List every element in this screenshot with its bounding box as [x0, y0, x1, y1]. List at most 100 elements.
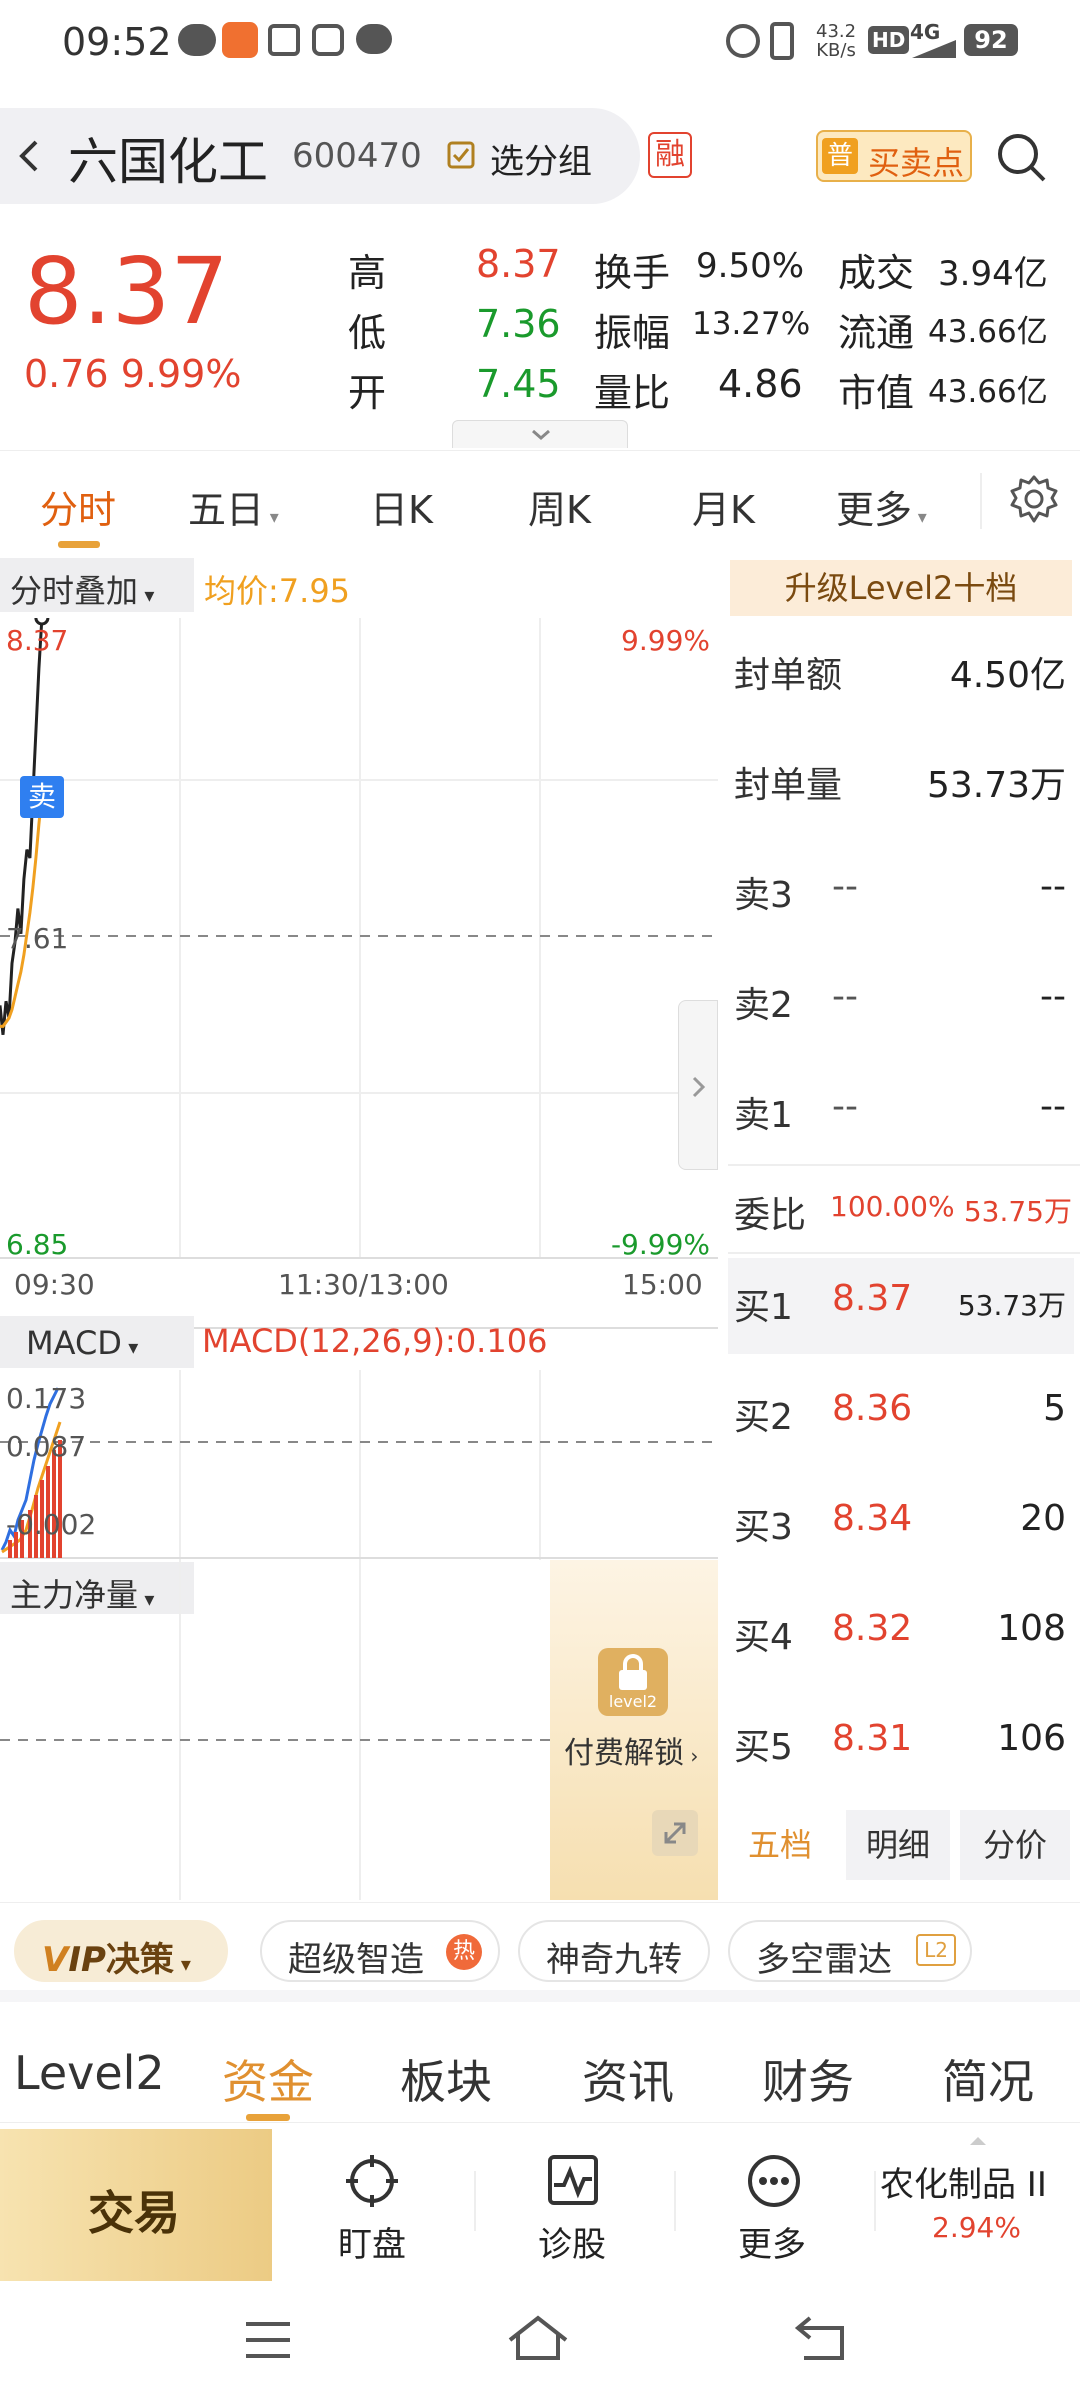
bid-label: 买2 — [734, 1397, 793, 1438]
bid-row: 买3 8.34 20 — [728, 1498, 1078, 1558]
tab-five-day[interactable]: 五日 ▾ — [188, 479, 279, 534]
tab-level2[interactable]: Level2 — [14, 2046, 165, 2100]
tab-news[interactable]: 资讯 — [582, 2046, 674, 2112]
crosshair-icon — [346, 2155, 398, 2207]
home-icon[interactable] — [506, 2312, 570, 2362]
diagnose-label: 诊股 — [538, 2225, 606, 2265]
pct-axis-top: 9.99% — [621, 624, 710, 657]
tab-profile[interactable]: 简况 — [942, 2046, 1034, 2112]
diagnose-button[interactable]: 诊股 — [500, 2153, 650, 2265]
lock-icon: level2 — [598, 1648, 668, 1716]
stock-code: 600470 — [292, 136, 422, 176]
bid-row: 买1 8.37 53.73万 — [728, 1278, 1078, 1338]
seal-amount-label: 封单额 — [734, 655, 843, 696]
tab-finance[interactable]: 财务 — [762, 2046, 854, 2112]
more-button[interactable]: 更多 — [700, 2153, 850, 2265]
stock-name: 六国化工 — [68, 133, 268, 191]
margin-badge[interactable]: 融 — [648, 132, 692, 178]
change-value: 0.76 — [24, 352, 109, 396]
sector-quote-button[interactable]: 农化制品 II 2.94% — [876, 2133, 1080, 2273]
search-icon[interactable] — [994, 130, 1050, 186]
bid-label: 买1 — [734, 1287, 793, 1328]
tab-intraday[interactable]: 分时 — [40, 479, 116, 534]
float-cap-value: 43.66亿 — [928, 314, 1048, 350]
vol-ratio-value: 4.86 — [718, 362, 803, 406]
action-bar: 交易 盯盘 诊股 更多 农化制品 II 2.94% — [0, 2122, 1080, 2282]
high-value: 8.37 — [476, 242, 561, 286]
period-tabs: 分时 五日 ▾ 日K 周K 月K 更多 ▾ — [0, 450, 1080, 550]
order-ratio-volume: 53.75万 — [963, 1195, 1072, 1228]
tab-monthly-k[interactable]: 月K — [692, 479, 755, 534]
super-manufacturing-button[interactable]: 超级智造 热 — [260, 1920, 500, 1982]
macd-value-label: MACD(12,26,9):0.106 — [202, 1322, 548, 1360]
group-select-button[interactable]: 选分组 — [446, 134, 592, 183]
seal-volume-label: 封单量 — [734, 765, 843, 806]
expand-panel-handle[interactable] — [678, 1000, 718, 1170]
tab-weekly-k[interactable]: 周K — [528, 479, 591, 534]
battery-icon: 92 — [964, 24, 1018, 56]
trade-button[interactable]: 交易 — [0, 2129, 272, 2281]
paywall-panel[interactable]: level2 付费解锁 › — [550, 1560, 718, 1900]
amount-label: 成交 — [838, 251, 915, 295]
amplitude-label: 振幅 — [594, 311, 671, 355]
tab-more[interactable]: 更多 ▾ — [836, 479, 927, 534]
upgrade-level2-button[interactable]: 升级Level2十档 — [730, 560, 1072, 616]
seal-volume-value: 53.73万 — [926, 765, 1066, 806]
trade-button-label: 交易 — [88, 2186, 180, 2240]
stock-header: 六国化工 600470 选分组 — [0, 108, 640, 204]
long-short-radar-button[interactable]: 多空雷达 L2 — [728, 1920, 972, 1982]
turnover-value: 9.50% — [696, 246, 805, 286]
bid-label: 买3 — [734, 1507, 793, 1548]
tab-price-dist[interactable]: 分价 — [960, 1810, 1070, 1880]
chevron-right-icon — [692, 1076, 706, 1098]
tab-sector[interactable]: 板块 — [400, 2046, 492, 2112]
flow-chart — [0, 1560, 550, 1900]
tab-capital[interactable]: 资金 — [222, 2046, 314, 2112]
tab-detail[interactable]: 明细 — [846, 1810, 950, 1880]
ask-price: -- — [832, 866, 858, 907]
open-label: 开 — [348, 371, 387, 415]
bid-row: 买4 8.32 108 — [728, 1608, 1078, 1668]
bid-price: 8.37 — [832, 1278, 913, 1319]
unlock-label: 付费解锁 › — [564, 1728, 698, 1772]
trade-point-button[interactable]: 普 买卖点 — [816, 130, 972, 182]
bid-volume: 20 — [1020, 1498, 1066, 1539]
caret-down-icon: ▾ — [121, 1335, 139, 1359]
macd-selector[interactable]: MACD ▾ — [0, 1316, 194, 1368]
magic-nine-button[interactable]: 神奇九转 — [518, 1920, 710, 1982]
magic-nine-label: 神奇九转 — [546, 1940, 682, 1980]
overlay-selector[interactable]: 分时叠加 ▾ — [0, 558, 194, 612]
amplitude-value: 13.27% — [692, 306, 811, 342]
message-icon — [356, 24, 392, 54]
back-icon[interactable] — [12, 136, 46, 176]
super-manufacturing-label: 超级智造 — [288, 1940, 424, 1980]
alarm-icon — [726, 24, 760, 58]
ask-row: 卖3 -- -- — [728, 866, 1078, 926]
tab-five-level[interactable]: 五档 — [728, 1810, 832, 1880]
more-label: 更多 — [738, 2225, 806, 2265]
vip-decision-button[interactable]: VIP决策 ▾ — [14, 1920, 228, 1982]
tab-daily-k[interactable]: 日K — [370, 479, 433, 534]
sector-pct: 2.94% — [932, 2211, 1021, 2244]
wechat-icon — [178, 24, 216, 56]
app-notification-icon — [222, 22, 258, 58]
order-ratio-row: 委比 100.00% 53.75万 — [728, 1186, 1078, 1246]
back-nav-icon[interactable] — [794, 2314, 850, 2362]
float-cap-label: 流通 — [838, 311, 915, 355]
fullscreen-icon[interactable] — [652, 1810, 698, 1856]
net-speed-unit: KB/s — [816, 40, 856, 61]
pct-axis-bottom: -9.99% — [610, 1228, 710, 1261]
ask-volume: -- — [1040, 1086, 1066, 1127]
order-ratio-label: 委比 — [734, 1195, 807, 1236]
caret-down-icon: ▾ — [138, 583, 155, 607]
amount-value: 3.94亿 — [938, 254, 1048, 294]
sell-marker[interactable]: 卖 — [20, 776, 64, 818]
watch-button[interactable]: 盯盘 — [300, 2153, 450, 2265]
open-value: 7.45 — [476, 362, 561, 406]
menu-icon[interactable] — [244, 2318, 292, 2362]
gear-icon[interactable] — [1006, 471, 1062, 527]
low-label: 低 — [348, 311, 387, 355]
expand-quote-button[interactable] — [452, 420, 628, 448]
trade-point-label: 买卖点 — [868, 144, 965, 182]
market-cap-label: 市值 — [838, 371, 915, 415]
